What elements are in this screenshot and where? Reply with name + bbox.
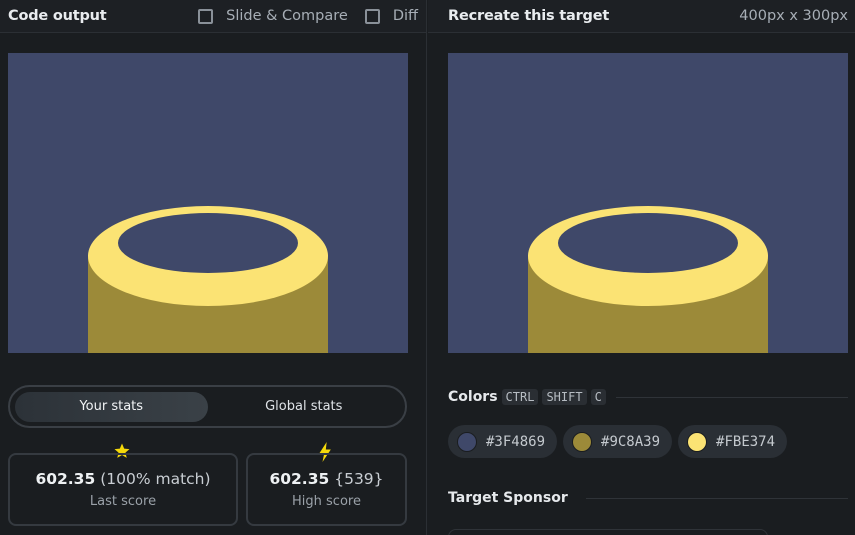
slide-compare-label: Slide & Compare [226,8,348,24]
diff-checkbox[interactable] [364,8,380,24]
global-stats-tab[interactable]: Global stats [208,392,401,422]
code-output-canvas[interactable] [8,53,408,353]
divider [615,396,848,398]
target-canvas[interactable] [448,53,848,353]
your-stats-tab[interactable]: Your stats [15,391,208,422]
divider [585,497,848,499]
diff-toggle[interactable]: Diff [364,8,418,24]
color-swatch[interactable]: #3F4869 [448,425,558,458]
code-output-header: Code output Slide & Compare Diff [0,0,426,33]
sponsor-header: Target Sponsor [448,490,848,506]
color-hex: #3F4869 [486,433,546,450]
last-score-value: 602.35 [35,470,96,488]
code-output-title: Code output [8,8,107,24]
code-output-panel: Code output Slide & Compare Diff Your st… [0,0,427,535]
high-score-label: High score [292,494,361,509]
slide-compare-toggle[interactable]: Slide & Compare [198,8,348,24]
stats-toggle: Your stats Global stats [8,385,407,428]
shortcut-key-ctrl: CTRL [501,389,539,405]
target-title: Recreate this target [448,8,610,24]
shortcut-key-shift: SHIFT [542,389,587,405]
colors-label: Colors [448,389,498,405]
sponsor-label: Target Sponsor [448,490,568,506]
color-swatch[interactable]: #FBE374 [678,425,788,458]
color-dot [572,431,593,452]
target-panel: Recreate this target 400px x 300px Color… [428,0,855,535]
target-dimensions: 400px x 300px [739,8,848,24]
output-render [8,53,408,353]
high-score-chars: {539} [334,470,384,488]
color-dot [687,431,708,452]
last-score-label: Last score [89,494,157,509]
high-score-line: 602.35 {539} [269,470,383,488]
color-hex: #FBE374 [716,433,776,450]
color-hex: #9C8A39 [601,433,661,450]
color-dot [457,431,477,452]
sponsor-card[interactable] [448,529,768,535]
high-score-value: 602.35 [269,470,330,488]
slide-compare-checkbox[interactable] [198,8,214,24]
target-header: Recreate this target 400px x 300px [428,0,855,33]
color-swatch[interactable]: #9C8A39 [563,425,673,458]
colors-header: Colors CTRL SHIFT C [448,389,848,405]
shortcut-key-c: C [590,389,606,405]
last-score-line: 602.35 (100% match) [35,470,210,488]
diff-label: Diff [392,8,418,24]
last-score-card: 602.35 (100% match) Last score [8,453,238,526]
high-score-card: 602.35 {539} High score [246,453,407,526]
color-swatches: #3F4869 #9C8A39 #FBE374 [448,425,793,458]
last-score-match: (100% match) [100,470,211,488]
target-render [448,53,848,353]
